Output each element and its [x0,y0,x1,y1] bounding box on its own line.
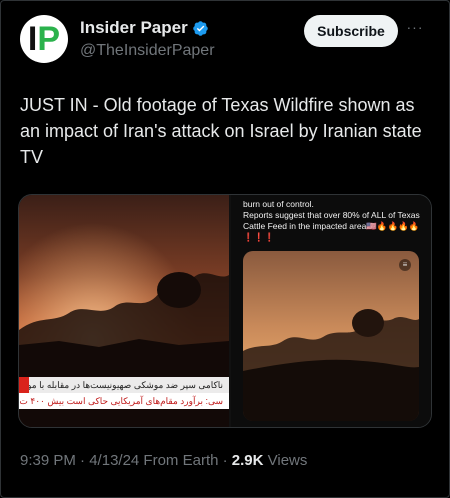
more-options-icon[interactable]: ··· [405,18,425,38]
embedded-post-caption: burn out of control. Reports suggest tha… [243,199,429,243]
account-name-row[interactable]: Insider Paper [80,18,209,38]
tweet-date[interactable]: 4/13/24 [89,452,139,469]
texas-wildfire-post-screenshot[interactable]: burn out of control. Reports suggest tha… [231,195,431,427]
avatar[interactable]: IP [20,15,68,63]
caption-line-2: Reports suggest that over 80% of ALL of … [243,210,420,231]
meta-separator-2: · [218,452,232,469]
caption-line-3: ❗❗❗ [243,232,275,242]
ticker-text-2: سی: برآورد مقام‌های آمریکایی حاکی است بی… [19,396,223,406]
caption-line-1: burn out of control. [243,199,314,209]
subscribe-button[interactable]: Subscribe [304,15,398,47]
account-handle[interactable]: @TheInsiderPaper [80,42,215,60]
news-ticker-line-1: ناکامی سپر ضد موشکی صهیونیست‌ها در مقابل… [19,377,229,393]
views-count[interactable]: 2.9K [232,452,264,469]
insider-paper-logo-icon: IP [27,20,61,58]
wildfire-scene-image-2 [243,251,419,421]
tweet-media[interactable]: ناکامی سپر ضد موشکی صهیونیست‌ها در مقابل… [18,194,432,428]
meta-separator-1: · [75,452,90,469]
embedded-wildfire-video[interactable]: ≡ [243,251,419,421]
views-label: Views [263,452,308,469]
tweet-text: JUST IN - Old footage of Texas Wildfire … [20,95,422,167]
account-name[interactable]: Insider Paper [80,18,188,38]
tweet-source: From Earth [139,452,219,469]
verified-badge-icon [192,20,208,36]
wildfire-video-still[interactable]: ناکامی سپر ضد موشکی صهیونیست‌ها در مقابل… [19,195,229,427]
tweet-time[interactable]: 9:39 PM [20,452,76,469]
ticker-text-1: ناکامی سپر ضد موشکی صهیونیست‌ها در مقابل… [19,380,223,390]
tweet-meta: 9:39 PM · 4/13/24 From Earth · 2.9K View… [20,452,307,469]
ticker-accent [19,377,29,393]
news-ticker-line-2: سی: برآورد مقام‌های آمریکایی حاکی است بی… [19,393,229,409]
video-settings-icon[interactable]: ≡ [399,259,411,271]
